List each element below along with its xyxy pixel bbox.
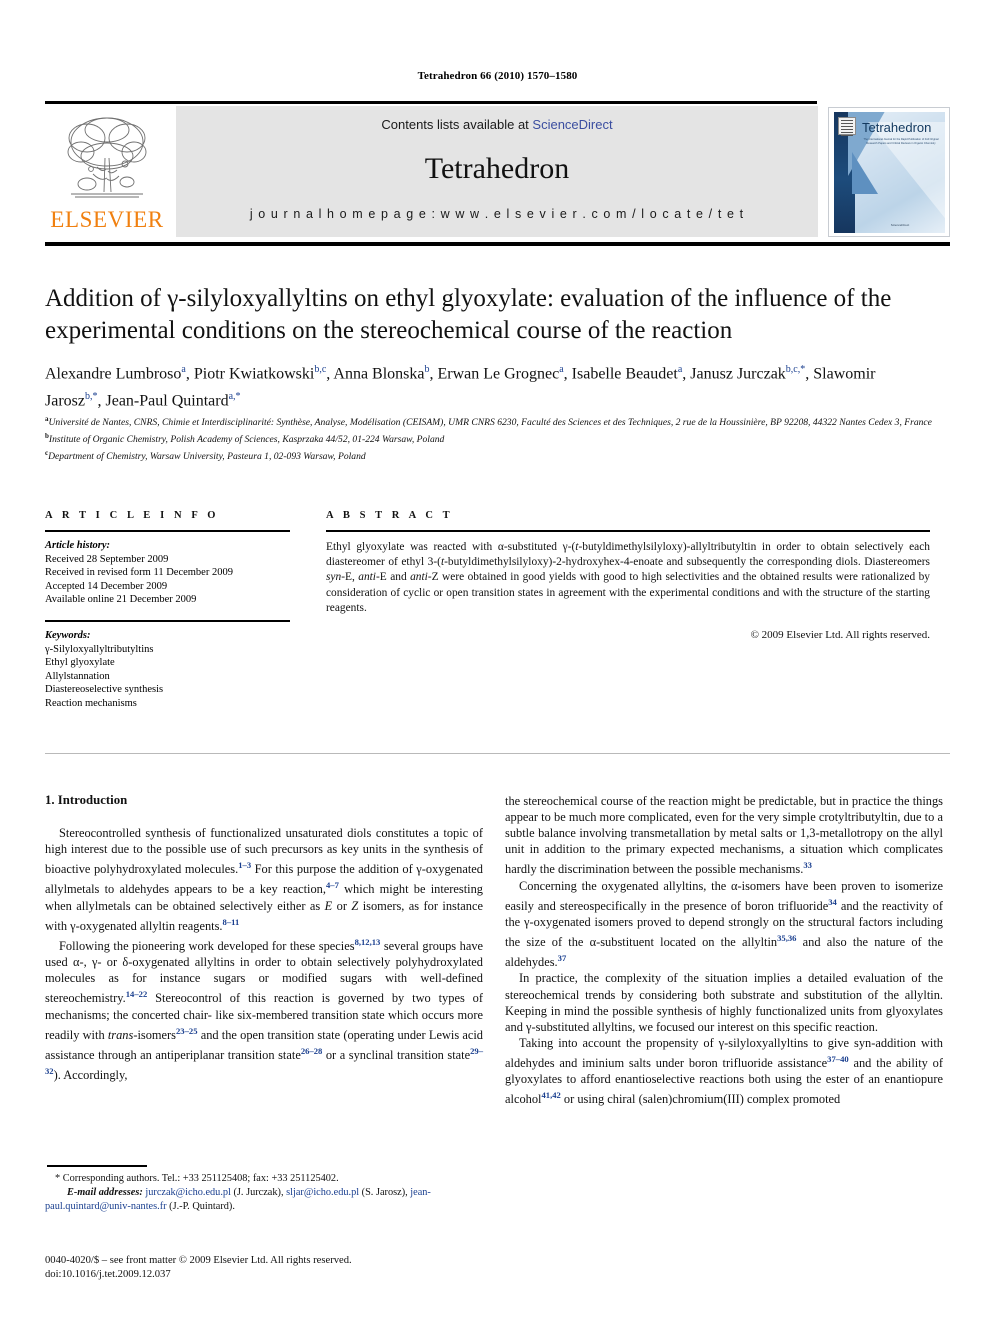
affiliation-text-a: Université de Nantes, CNRS, Chimie et In…	[48, 417, 932, 429]
cover-subtitle: The International Journal for the Rapid …	[863, 138, 939, 145]
journal-band: Contents lists available at ScienceDirec…	[176, 106, 818, 237]
elsevier-tree-icon	[67, 117, 147, 198]
imprint-block: 0040-4020/$ – see front matter © 2009 El…	[45, 1254, 525, 1281]
section-heading-introduction: 1. Introduction	[45, 793, 128, 807]
history-item: Accepted 14 December 2009	[45, 580, 168, 592]
paper-page: Tetrahedron 66 (2010) 1570–1580 ELSEVIER…	[0, 0, 992, 1323]
journal-cover-thumbnail: Tetrahedron The International Journal fo…	[828, 107, 950, 237]
keywords-rule	[45, 619, 290, 622]
history-item: Available online 21 December 2009	[45, 594, 197, 606]
doi-line[interactable]: doi:10.1016/j.tet.2009.12.037	[45, 1268, 525, 1282]
paper-title: Addition of γ-silyloxyallyltins on ethyl…	[45, 285, 892, 344]
body-paragraph: Following the pioneering work developed …	[45, 936, 484, 1083]
contents-prefix: Contents lists available at	[381, 117, 533, 132]
keywords-block: Keywords: γ-Silyloxyallyltributyltins Et…	[45, 629, 290, 711]
cover-footer: ScienceDirect	[890, 222, 910, 227]
keyword-item: Reaction mechanisms	[45, 697, 137, 709]
journal-title: Tetrahedron	[424, 152, 570, 185]
footnote-block: * Corresponding authors. Tel.: +33 25112…	[45, 1172, 485, 1214]
keyword-item: Allylstannation	[45, 670, 110, 682]
affiliation-text-c: Department of Chemistry, Warsaw Universi…	[48, 450, 366, 462]
masthead-bottom-rule	[45, 242, 950, 246]
body-paragraph: Concerning the oxygenated allyltins, the…	[505, 878, 943, 970]
body-separator-rule	[45, 753, 950, 754]
article-history-label: Article history:	[45, 540, 111, 551]
journal-homepage-line[interactable]: j o u r n a l h o m e p a g e : w w w . …	[176, 207, 818, 221]
footnote-rule	[47, 1165, 147, 1167]
journal-masthead: ELSEVIER Contents lists available at Sci…	[45, 106, 950, 237]
article-info-heading: A R T I C L E I N F O	[45, 510, 220, 521]
affiliation-c: cDepartment of Chemistry, Warsaw Univers…	[45, 447, 935, 464]
body-paragraph: the stereochemical course of the reactio…	[505, 794, 943, 877]
body-column-right: the stereochemical course of the reactio…	[505, 793, 943, 1107]
keyword-item: γ-Silyloxyallyltributyltins	[45, 643, 154, 655]
keyword-item: Diastereoselective synthesis	[45, 684, 164, 696]
cover-barcode-icon	[838, 117, 856, 136]
author-list: Alexandre Lumbrosoa, Piotr Kwiatkowskib,…	[45, 364, 876, 410]
masthead-top-rule	[45, 101, 817, 104]
affiliation-list: aUniversité de Nantes, CNRS, Chimie et I…	[45, 413, 935, 463]
body-paragraph: Stereocontrolled synthesis of functional…	[45, 826, 483, 933]
body-paragraph: In practice, the complexity of the situa…	[505, 971, 943, 1034]
abstract-column: A B S T R A C T Ethyl glyoxylate was rea…	[326, 510, 930, 641]
issn-line: 0040-4020/$ – see front matter © 2009 El…	[45, 1255, 352, 1266]
keywords-label: Keywords:	[45, 629, 91, 641]
contents-lists-line: Contents lists available at ScienceDirec…	[176, 117, 818, 132]
sciencedirect-link[interactable]: ScienceDirect	[532, 117, 612, 132]
keyword-item: Ethyl glyoxylate	[45, 657, 115, 669]
article-info-rule	[45, 530, 290, 532]
body-column-left: 1. Introduction Stereocontrolled synthes…	[45, 793, 483, 1083]
body-paragraph: Taking into account the propensity of γ-…	[505, 1035, 943, 1107]
elsevier-wordmark: ELSEVIER	[50, 207, 164, 232]
abstract-copyright: © 2009 Elsevier Ltd. All rights reserved…	[750, 629, 930, 642]
article-info-column: A R T I C L E I N F O Article history: R…	[45, 510, 290, 711]
elsevier-logo: ELSEVIER	[45, 106, 169, 237]
history-item: Received in revised form 11 December 200…	[45, 567, 233, 579]
email-label: E-mail addresses:	[67, 1187, 143, 1198]
history-item: Received 28 September 2009	[45, 553, 169, 565]
cover-title: Tetrahedron	[862, 120, 932, 135]
affiliation-a: aUniversité de Nantes, CNRS, Chimie et I…	[45, 413, 935, 430]
running-head: Tetrahedron 66 (2010) 1570–1580	[417, 70, 578, 82]
email-addresses-note: E-mail addresses: jurczak@icho.edu.pl (J…	[45, 1186, 485, 1214]
abstract-heading: A B S T R A C T	[326, 510, 454, 521]
abstract-text: Ethyl glyoxylate was reacted with α-subs…	[326, 541, 930, 614]
abstract-rule	[326, 530, 930, 532]
article-history-block: Article history: Received 28 September 2…	[45, 539, 290, 607]
corresponding-author-note: * Corresponding authors. Tel.: +33 25112…	[55, 1173, 339, 1184]
affiliation-b: bInstitute of Organic Chemistry, Polish …	[45, 430, 935, 447]
affiliation-text-b: Institute of Organic Chemistry, Polish A…	[48, 433, 445, 445]
